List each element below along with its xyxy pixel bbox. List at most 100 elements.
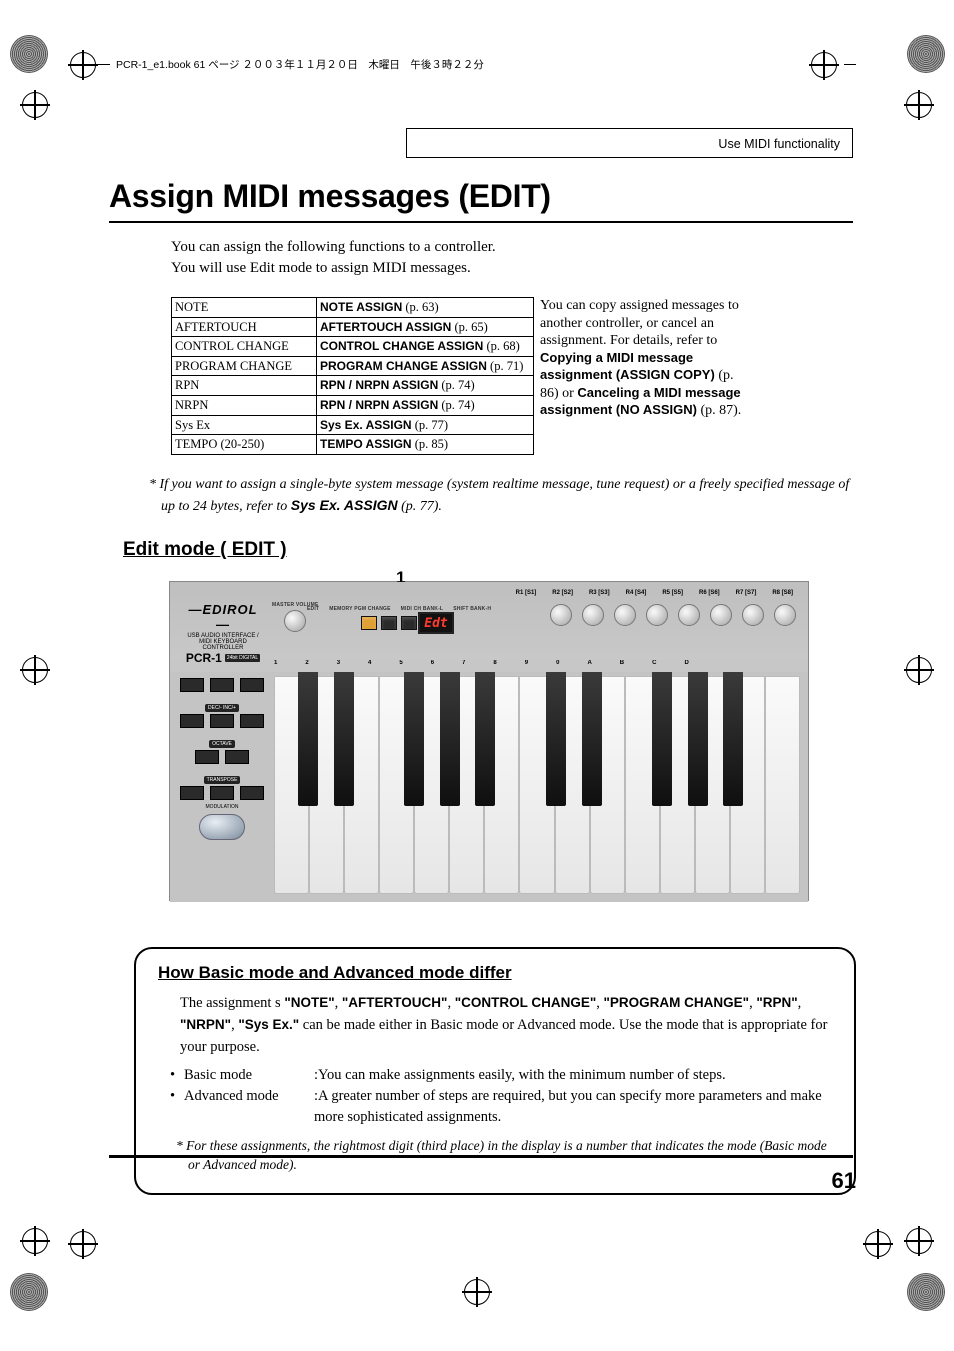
num-strip: 1234567890ABCD <box>170 660 808 672</box>
mod-wheel-icon <box>199 814 245 840</box>
n13: D <box>684 660 688 672</box>
q3: "PROGRAM CHANGE" <box>604 995 750 1010</box>
slot-b6-icon <box>240 714 264 728</box>
n10: A <box>587 660 591 672</box>
brand-sub: USB AUDIO INTERFACE / MIDI KEYBOARD CONT… <box>182 633 264 651</box>
crop-mark-icon <box>907 35 945 73</box>
basic-desc: :You can make assignments easily, with t… <box>314 1065 832 1086</box>
rlabel-6: R6 [S6] <box>699 590 720 596</box>
register-icon <box>865 1231 891 1257</box>
n4: 5 <box>399 660 402 672</box>
edit-button-icon <box>361 616 377 630</box>
n3: 4 <box>368 660 371 672</box>
tbl-a7: TEMPO (20-250) <box>172 435 317 455</box>
rlabel-4: R4 [S4] <box>626 590 647 596</box>
lbl-shift: SHIFT BANK-H <box>453 606 491 612</box>
octave-label: OCTAVE <box>209 740 235 748</box>
q2: "CONTROL CHANGE" <box>455 995 597 1010</box>
tbl-p5: (p. 74) <box>441 398 474 412</box>
tbl-b7: TEMPO ASSIGN <box>320 437 412 451</box>
knob-r7-icon <box>742 604 764 626</box>
tbl-p2: (p. 68) <box>486 339 519 353</box>
knob-r2-icon <box>582 604 604 626</box>
register-icon <box>22 657 48 683</box>
register-icon <box>70 52 96 78</box>
brand-logo: EDIROL <box>182 602 264 632</box>
tbl-b0: NOTE ASSIGN <box>320 300 402 314</box>
tbl-p0: (p. 63) <box>405 300 438 314</box>
slot-b4-icon <box>180 714 204 728</box>
rlabel-8: R8 [S8] <box>772 590 793 596</box>
tbl-b4: RPN / NRPN ASSIGN <box>320 378 438 392</box>
rlabel-1: R1 [S1] <box>516 590 537 596</box>
tbl-a2: CONTROL CHANGE <box>172 337 317 357</box>
q0: "NOTE" <box>284 995 334 1010</box>
register-icon <box>464 1279 490 1305</box>
tbl-p4: (p. 74) <box>441 378 474 392</box>
panel-lead: The assignment s "NOTE", "AFTERTOUCH", "… <box>180 993 832 1058</box>
model-name: PCR-1 <box>186 651 222 665</box>
tbl-b5: RPN / NRPN ASSIGN <box>320 398 438 412</box>
knob-r3-icon <box>614 604 636 626</box>
slot-b7-icon <box>195 750 219 764</box>
rlabel-5: R5 [S5] <box>662 590 683 596</box>
tbl-a6: Sys Ex <box>172 415 317 435</box>
rlabel-2: R2 [S2] <box>552 590 573 596</box>
knob-r6-icon <box>710 604 732 626</box>
adv-row: • Advanced mode :A greater number of ste… <box>170 1086 832 1128</box>
footer-rule <box>109 1155 853 1158</box>
page-number: 61 <box>832 1168 856 1194</box>
slot-b10-icon <box>210 786 234 800</box>
tbl-b1: AFTERTOUCH ASSIGN <box>320 320 451 334</box>
tbl-a4: RPN <box>172 376 317 396</box>
star-note: * If you want to assign a single-byte sy… <box>149 475 853 518</box>
slot-b8-icon <box>225 750 249 764</box>
basic-name: Basic mode <box>184 1065 314 1086</box>
basic-row: • Basic mode :You can make assignments e… <box>170 1065 832 1086</box>
star1-ref: Sys Ex. ASSIGN <box>291 497 398 513</box>
q5: "NRPN" <box>180 1017 231 1032</box>
slot-b11-icon <box>240 786 264 800</box>
star1-tail: (p. 77). <box>398 499 442 514</box>
adv-name: Advanced mode <box>184 1086 314 1128</box>
header-text: PCR-1_e1.book 61 ページ ２００３年１１月２０日 木曜日 午後３… <box>116 57 484 72</box>
edit-heading: Edit mode ( EDIT ) <box>123 539 853 561</box>
master-knob-icon <box>284 610 306 632</box>
section-box: Use MIDI functionality <box>406 128 853 158</box>
tbl-p3: (p. 71) <box>490 359 523 373</box>
tbl-p7: (p. 85) <box>415 437 448 451</box>
tbl-b3: PROGRAM CHANGE ASSIGN <box>320 359 487 373</box>
tbl-p1: (p. 65) <box>454 320 487 334</box>
n0: 1 <box>274 660 277 672</box>
side-p2: (p. 87). <box>697 403 741 418</box>
keyboard-icon <box>274 672 808 902</box>
intro-line-2: You will use Edit mode to assign MIDI me… <box>171 258 853 279</box>
rlabel-7: R7 [S7] <box>736 590 757 596</box>
lbl-edit: EDIT <box>307 606 319 612</box>
n1: 2 <box>305 660 308 672</box>
n7: 8 <box>493 660 496 672</box>
crop-mark-icon <box>10 35 48 73</box>
register-icon <box>906 657 932 683</box>
q4: "RPN" <box>756 995 797 1010</box>
lbl-mem: MEMORY PGM CHANGE <box>329 606 390 612</box>
display-icon: Edt <box>418 612 454 634</box>
slot-b2-icon <box>210 678 234 692</box>
register-icon <box>906 92 932 118</box>
rlabel-3: R3 [S3] <box>589 590 610 596</box>
transpose-label: TRANSPOSE <box>204 776 241 784</box>
knob-r5-icon <box>678 604 700 626</box>
register-icon <box>906 1228 932 1254</box>
tbl-a3: PROGRAM CHANGE <box>172 356 317 376</box>
q6: "Sys Ex." <box>238 1017 299 1032</box>
midi-button-icon <box>401 616 417 630</box>
slot-b3-icon <box>240 678 264 692</box>
register-icon <box>22 1228 48 1254</box>
slot-b1-icon <box>180 678 204 692</box>
star1-txt: * If you want to assign a single-byte sy… <box>149 477 849 514</box>
decinc-label: DEC/- INC/+ <box>205 704 239 712</box>
side-l1: Copying a MIDI message assignment (ASSIG… <box>540 350 715 383</box>
tbl-p6: (p. 77) <box>415 418 448 432</box>
panel-heading: How Basic mode and Advanced mode differ <box>158 963 832 983</box>
n8: 9 <box>525 660 528 672</box>
